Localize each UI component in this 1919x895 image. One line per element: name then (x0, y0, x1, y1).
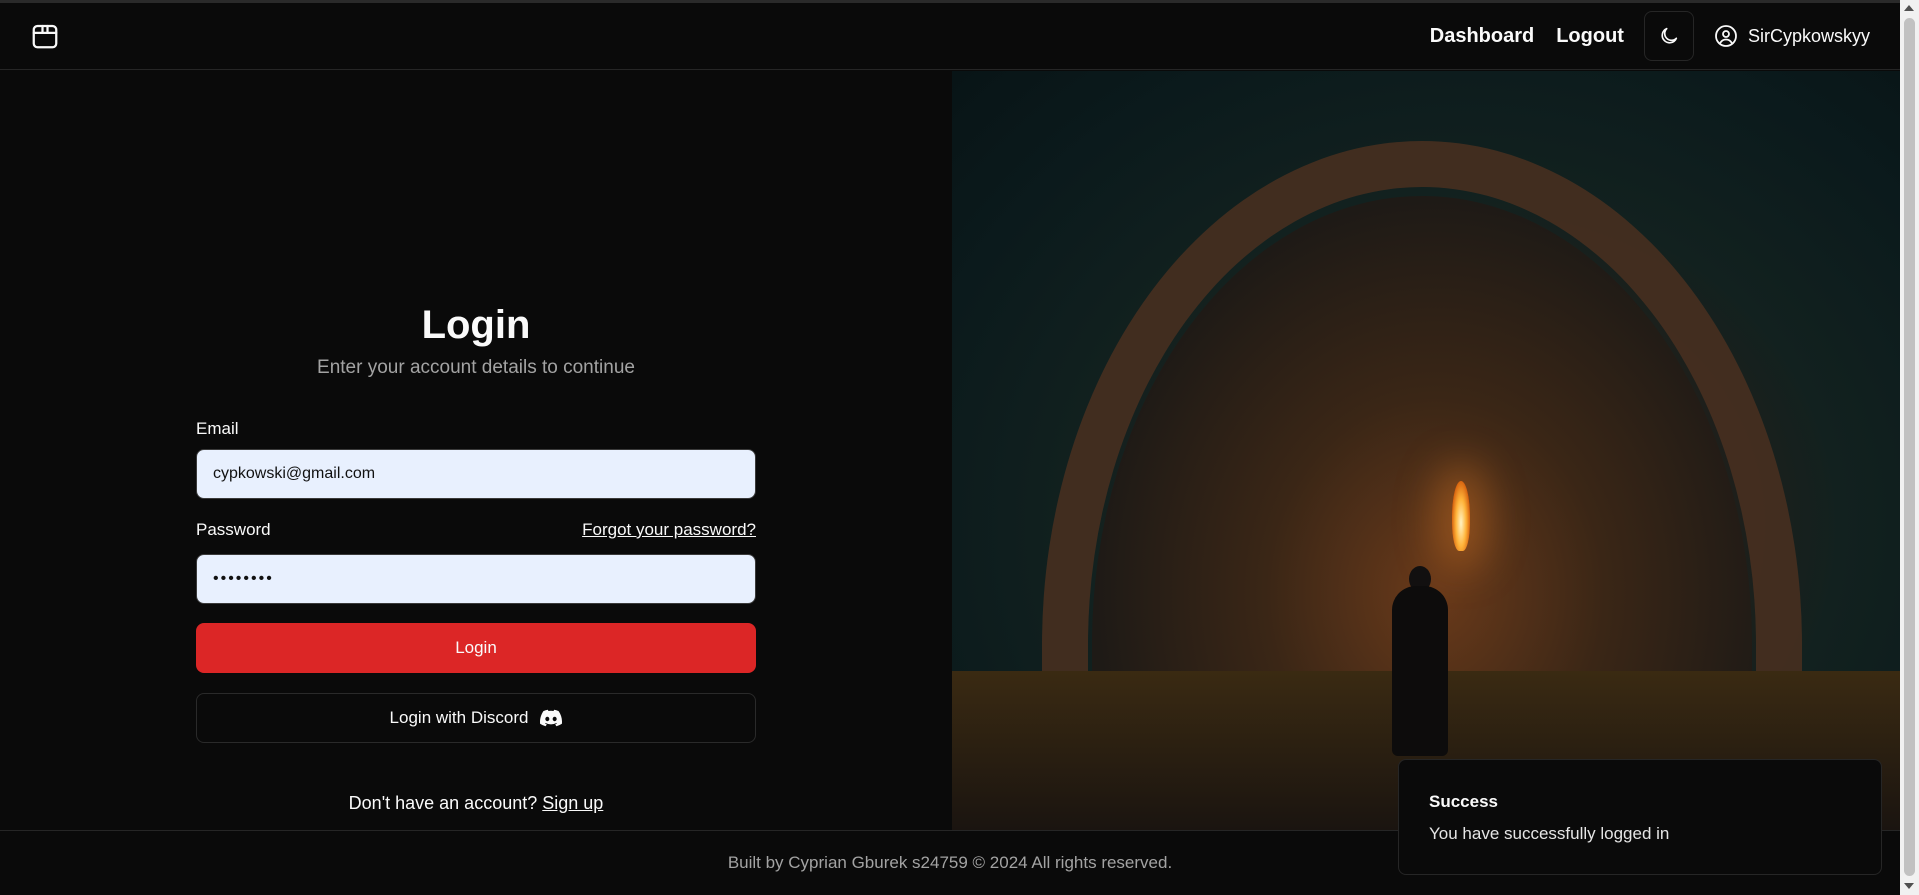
app-header: Dashboard Logout SirCypkowskyy (0, 3, 1900, 70)
password-label: Password (196, 520, 271, 539)
moon-icon (1661, 27, 1678, 44)
scroll-thumb[interactable] (1904, 18, 1915, 876)
login-title: Login (421, 303, 531, 347)
password-field[interactable] (196, 554, 756, 604)
login-subtitle: Enter your account details to continue (317, 357, 635, 378)
toast-title: Success (1429, 792, 1498, 811)
forgot-password-link[interactable]: Forgot your password? (582, 520, 756, 540)
login-button[interactable]: Login (196, 623, 756, 673)
discord-login-button[interactable]: Login with Discord (196, 693, 756, 743)
signup-prompt-text: Don't have an account? (348, 793, 538, 813)
hero-image (952, 71, 1900, 830)
nav-dashboard-link[interactable]: Dashboard (1430, 25, 1534, 48)
footer-text: Built by Cyprian Gburek s24759 © 2024 Al… (727, 853, 1173, 872)
user-menu[interactable]: SirCypkowskyy (1714, 24, 1870, 48)
vertical-scrollbar[interactable] (1900, 0, 1919, 895)
user-circle-icon (1715, 25, 1737, 47)
top-nav: Dashboard Logout SirCypkowskyy (1430, 11, 1870, 61)
torch-flame (1452, 481, 1470, 551)
theme-toggle-button[interactable] (1643, 11, 1694, 61)
discord-button-label: Login with Discord (389, 708, 529, 727)
email-field[interactable] (196, 449, 756, 499)
success-toast[interactable]: Success You have successfully logged in (1398, 759, 1882, 875)
toast-message: You have successfully logged in (1429, 824, 1670, 843)
username: SirCypkowskyy (1747, 25, 1870, 46)
scroll-up-arrow[interactable] (1904, 5, 1914, 11)
person-silhouette (1392, 586, 1448, 756)
discord-icon (540, 709, 563, 727)
signup-prompt: Don't have an account? Sign up (196, 793, 756, 814)
login-panel: Login Enter your account details to cont… (0, 71, 952, 830)
scroll-down-arrow[interactable] (1904, 883, 1914, 889)
email-label: Email (196, 419, 239, 438)
nav-logout-link[interactable]: Logout (1556, 25, 1624, 48)
login-form: Login Enter your account details to cont… (196, 301, 756, 813)
package-icon[interactable] (30, 21, 60, 51)
signup-link[interactable]: Sign up (542, 793, 603, 813)
